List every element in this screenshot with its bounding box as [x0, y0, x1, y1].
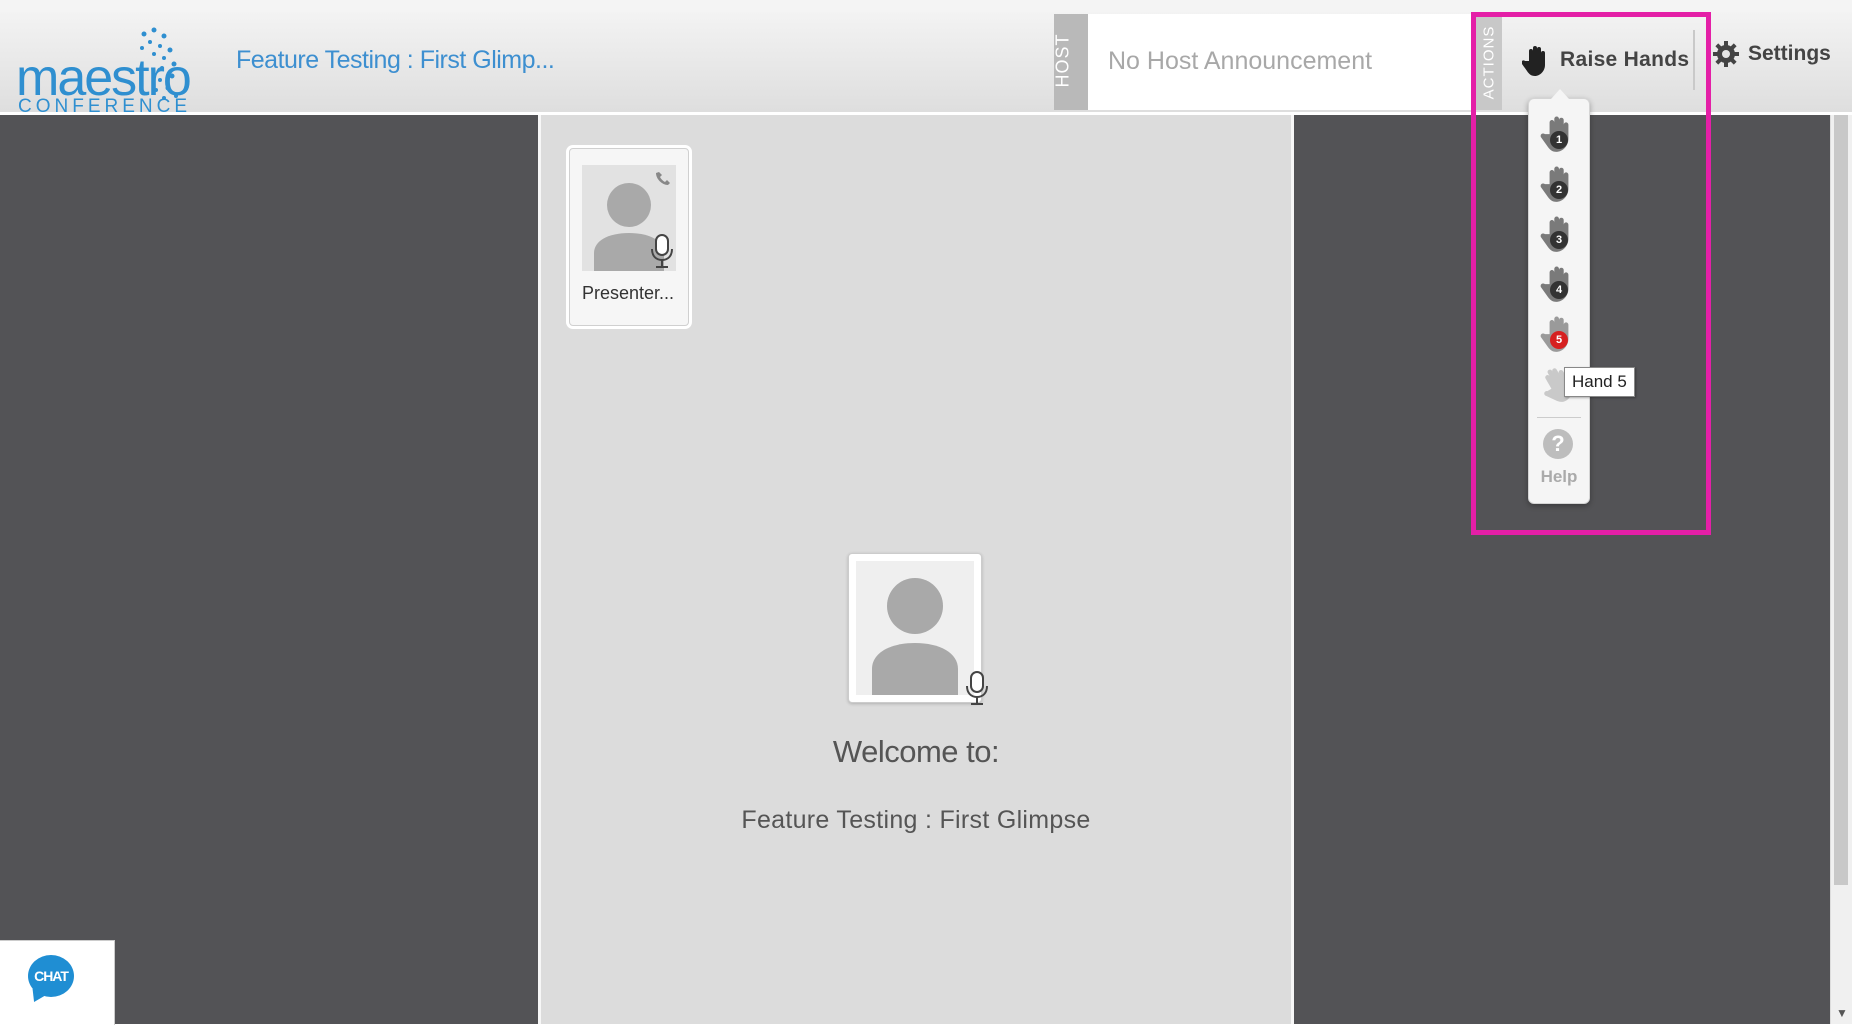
host-announcement: No Host Announcement: [1088, 14, 1474, 110]
welcome-avatar: [848, 553, 988, 705]
microphone-icon: [651, 234, 673, 268]
welcome-avatar-image: [856, 561, 974, 695]
menu-separator: [1537, 417, 1581, 418]
left-panel: [0, 115, 538, 1024]
conference-title[interactable]: Feature Testing : First Glimp...: [236, 46, 555, 75]
presenter-avatar: [582, 165, 676, 271]
actions-tab-label: ACTIONS: [1480, 25, 1498, 100]
logo-dots-icon: [140, 27, 178, 100]
chat-label: CHAT: [34, 968, 69, 984]
presenter-card[interactable]: Presenter...: [569, 148, 689, 326]
hand-number-badge: 1: [1550, 131, 1568, 149]
presenter-name: Presenter...: [582, 283, 675, 303]
hand-4-option[interactable]: 4: [1539, 263, 1579, 305]
settings-button[interactable]: Settings: [1712, 40, 1831, 68]
header-divider: [1693, 30, 1695, 90]
hand-number-badge: 2: [1550, 181, 1568, 199]
raise-hands-label: Raise Hands: [1560, 48, 1690, 71]
dropdown-caret: [1551, 89, 1569, 99]
scrollbar[interactable]: ▼: [1830, 115, 1852, 1024]
hand-number-badge-active: 5: [1550, 331, 1568, 349]
gear-icon: [1713, 41, 1739, 67]
hand-3-option[interactable]: 3: [1539, 213, 1579, 255]
scroll-down-arrow-icon[interactable]: ▼: [1836, 1006, 1848, 1020]
welcome-heading: Welcome to:: [832, 734, 1000, 769]
settings-label: Settings: [1748, 42, 1831, 65]
help-icon[interactable]: ?: [1543, 429, 1573, 459]
host-announcement-text: No Host Announcement: [1108, 47, 1373, 75]
hand-number-badge: 3: [1550, 231, 1568, 249]
host-tab-label: HOST: [1052, 33, 1073, 88]
chat-launcher[interactable]: CHAT: [0, 940, 115, 1025]
welcome-subtitle: Feature Testing : First Glimpse: [741, 806, 1091, 834]
raise-hands-button[interactable]: Raise Hands: [1522, 38, 1689, 82]
phone-icon: [656, 172, 670, 185]
actions-tab: ACTIONS: [1474, 14, 1502, 110]
microphone-icon: [966, 671, 988, 705]
raise-hands-dropdown: 1 2 3 4 5 ? Help: [1528, 89, 1590, 504]
hand-tooltip: Hand 5: [1564, 367, 1635, 397]
scrollbar-thumb[interactable]: [1834, 115, 1848, 885]
maestro-logo[interactable]: maestro CONFERENCE: [16, 27, 216, 120]
chat-bubble-icon[interactable]: CHAT: [28, 955, 74, 997]
hand-icon: [1522, 46, 1545, 76]
host-tab: HOST: [1052, 14, 1088, 110]
hand-1-option[interactable]: 1: [1539, 113, 1579, 155]
avatar-icon: [872, 578, 958, 695]
hand-5-option[interactable]: 5: [1539, 313, 1579, 355]
hand-2-option[interactable]: 2: [1539, 163, 1579, 205]
help-label[interactable]: Help: [1529, 467, 1589, 487]
hand-number-badge: 4: [1550, 281, 1568, 299]
